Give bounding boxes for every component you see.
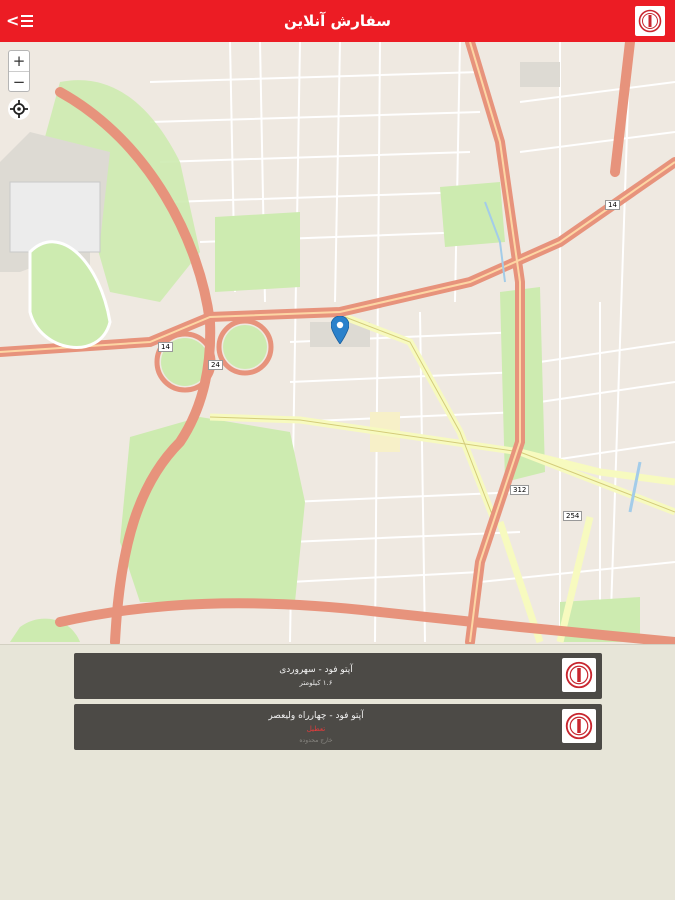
app-header: < سفارش آنلاین — [0, 0, 675, 42]
store-logo — [562, 658, 596, 692]
store-distance: ۱.۶ کیلومتر — [299, 679, 333, 687]
highway-shield: 14 — [605, 200, 620, 210]
store-logo — [562, 709, 596, 743]
store-item-text: آپتو فود - چهارراه ولیعصر تعطیل خارج محد… — [74, 704, 558, 750]
logo-icon — [565, 661, 593, 689]
brand-logo — [635, 6, 665, 36]
map-view[interactable]: 14 24 312 254 14 + − — [0, 42, 675, 644]
store-list: آپتو فود - سهروردی ۱.۶ کیلومتر آپتو فود … — [0, 644, 675, 900]
store-item[interactable]: آپتو فود - چهارراه ولیعصر تعطیل خارج محد… — [74, 704, 602, 750]
zoom-in-button[interactable]: + — [9, 51, 29, 71]
page-title: سفارش آنلاین — [283, 12, 392, 30]
locate-me-button[interactable] — [8, 98, 30, 120]
logo-icon — [638, 9, 662, 33]
map-marker-icon[interactable] — [331, 316, 349, 344]
highway-shield: 24 — [208, 360, 223, 370]
highway-shield: 254 — [563, 511, 583, 521]
logo-icon — [565, 712, 593, 740]
crosshair-icon — [10, 100, 28, 118]
store-note: خارج محدوده — [299, 736, 333, 744]
zoom-out-button[interactable]: − — [9, 71, 29, 91]
store-name: آپتو فود - سهروردی — [279, 665, 353, 675]
store-status: تعطیل — [306, 724, 326, 733]
zoom-control: + − — [8, 50, 30, 92]
store-item-text: آپتو فود - سهروردی ۱.۶ کیلومتر — [74, 653, 558, 699]
highway-shield: 14 — [158, 342, 173, 352]
store-item[interactable]: آپتو فود - سهروردی ۱.۶ کیلومتر — [74, 653, 602, 699]
store-name: آپتو فود - چهارراه ولیعصر — [268, 710, 364, 721]
highway-shield: 312 — [510, 485, 530, 495]
